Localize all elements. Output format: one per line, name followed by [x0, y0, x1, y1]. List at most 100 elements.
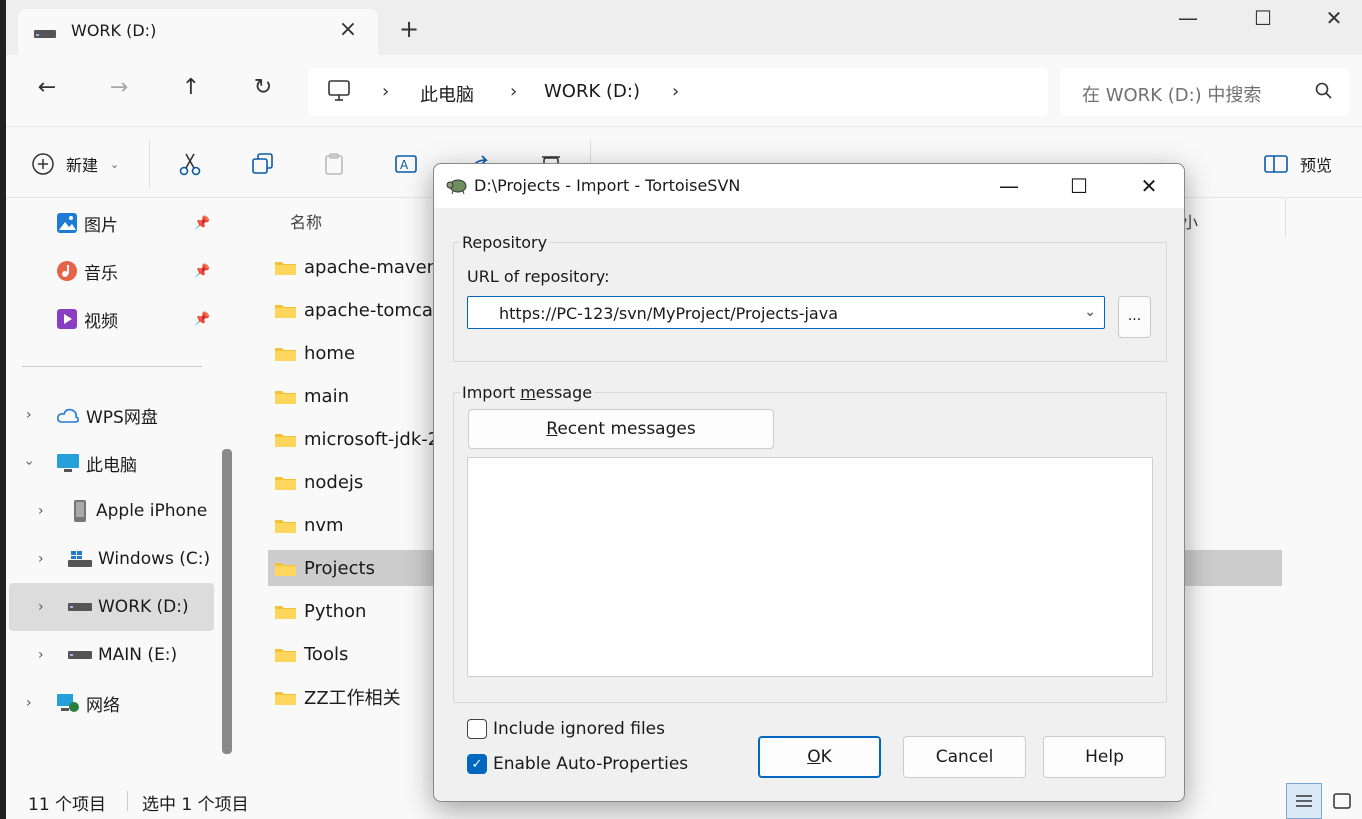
search-box[interactable]: 在 WORK (D:) 中搜索: [1060, 68, 1350, 116]
address-bar[interactable]: › 此电脑 › WORK (D:) ›: [308, 68, 1048, 116]
back-icon[interactable]: ←: [32, 77, 62, 99]
sidebar-item-apple-iphone[interactable]: › Apple iPhone: [38, 489, 207, 533]
search-placeholder: 在 WORK (D:) 中搜索: [1082, 85, 1262, 106]
details-view-button[interactable]: [1286, 783, 1322, 819]
chevron-right-icon[interactable]: ›: [38, 599, 44, 615]
forward-icon[interactable]: →: [104, 77, 134, 99]
close-tab-icon[interactable]: ×: [336, 17, 360, 42]
sidebar-item-label: WPS网盘: [86, 407, 158, 428]
pin-icon[interactable]: 📌: [194, 216, 210, 231]
cloud-icon: [57, 408, 80, 423]
refresh-icon[interactable]: ↻: [248, 77, 278, 99]
tab-work-d[interactable]: WORK (D:) ×: [18, 9, 378, 55]
preview-label: 预览: [1300, 156, 1333, 175]
sidebar-item-label: 图片: [84, 215, 118, 236]
file-name: home: [304, 342, 356, 364]
folder-icon: [275, 477, 296, 490]
minimize-icon[interactable]: —: [1168, 6, 1208, 30]
enable-autoprops-checkbox[interactable]: ✓ Enable Auto-Properties: [467, 754, 688, 774]
chevron-down-icon[interactable]: ›: [21, 460, 37, 466]
sidebar-item-music[interactable]: 音乐 📌: [56, 249, 210, 293]
sidebar-item-label: MAIN (E:): [98, 645, 178, 665]
up-icon[interactable]: ↑: [176, 77, 206, 99]
sidebar-scrollbar[interactable]: [222, 449, 232, 754]
include-ignored-checkbox[interactable]: Include ignored files: [467, 719, 665, 739]
chevron-right-icon[interactable]: ›: [26, 695, 32, 711]
checkbox-box[interactable]: [467, 719, 487, 739]
import-message-textarea[interactable]: [467, 457, 1153, 677]
dialog-maximize-icon[interactable]: ☐: [1056, 171, 1102, 201]
sidebar-divider: [22, 366, 202, 367]
folder-icon: [275, 563, 296, 576]
sidebar-item-windows-c[interactable]: › Windows (C:): [38, 537, 210, 581]
dialog-close-icon[interactable]: ✕: [1126, 171, 1172, 201]
sidebar-item-work-d[interactable]: › WORK (D:): [38, 585, 189, 629]
url-value: https://PC-123/svn/MyProject/Projects-ja…: [499, 304, 838, 323]
details-view-icon: [1296, 795, 1312, 807]
breadcrumb-this-pc[interactable]: 此电脑: [420, 81, 474, 107]
new-tab-button[interactable]: +: [399, 17, 419, 41]
chevron-right-icon[interactable]: ›: [26, 407, 32, 423]
help-button[interactable]: Help: [1043, 736, 1166, 778]
dialog-title-bar[interactable]: D:\Projects - Import - TortoiseSVN — ☐ ✕: [434, 164, 1184, 208]
sidebar-item-label: Apple iPhone: [96, 501, 208, 521]
cancel-button[interactable]: Cancel: [903, 736, 1026, 778]
chevron-down-icon[interactable]: ⌄: [1084, 304, 1096, 320]
close-window-icon[interactable]: ✕: [1314, 6, 1354, 30]
sidebar-item-label: 音乐: [84, 263, 118, 284]
include-ignored-label: Include ignored files: [493, 719, 665, 739]
chevron-right-icon[interactable]: ›: [38, 647, 44, 663]
music-icon: [57, 261, 77, 281]
sidebar-item-pictures[interactable]: 图片 📌: [56, 201, 210, 245]
network-icon: [57, 694, 79, 712]
import-message-group-label: Import message: [460, 383, 595, 402]
pictures-icon: [57, 213, 77, 233]
browse-repository-button[interactable]: ...: [1118, 296, 1151, 338]
dialog-minimize-icon[interactable]: —: [986, 171, 1032, 201]
videos-icon: [57, 309, 77, 329]
sidebar-item-videos[interactable]: 视频 📌: [56, 297, 210, 341]
ok-button[interactable]: OK: [758, 736, 881, 778]
tiles-view-button[interactable]: [1324, 783, 1360, 819]
file-name: Projects: [304, 557, 375, 579]
tab-strip: WORK (D:) × + — ☐ ✕: [6, 0, 1362, 55]
maximize-icon[interactable]: ☐: [1243, 6, 1283, 30]
paste-icon[interactable]: [323, 152, 347, 176]
chevron-right-icon[interactable]: ›: [672, 81, 679, 102]
sidebar-item-network[interactable]: › 网络: [26, 681, 120, 725]
recent-messages-button[interactable]: Recent messages: [468, 409, 774, 449]
sidebar-item-label: 网络: [86, 695, 120, 716]
url-combobox[interactable]: https://PC-123/svn/MyProject/Projects-ja…: [467, 296, 1105, 329]
chevron-right-icon[interactable]: ›: [38, 503, 44, 519]
pin-icon[interactable]: 📌: [194, 264, 210, 279]
navigation-bar: ← → ↑ ↻ › 此电脑 › WORK (D:) › 在 WORK (D:) …: [6, 55, 1362, 127]
checkmark-icon[interactable]: ✓: [467, 754, 487, 774]
enable-autoprops-label: Enable Auto-Properties: [493, 754, 689, 774]
item-count: 11 个项目: [28, 795, 107, 815]
sidebar-item-this-pc[interactable]: › 此电脑: [21, 441, 137, 485]
folder-icon: [275, 649, 296, 662]
tab-title: WORK (D:): [71, 21, 157, 40]
copy-icon[interactable]: [251, 152, 275, 176]
rename-icon[interactable]: A: [394, 152, 420, 176]
this-pc-icon: [328, 80, 350, 101]
preview-pane-button[interactable]: 预览: [1264, 152, 1332, 176]
repository-group-label: Repository: [460, 233, 550, 252]
file-name: nodejs: [304, 471, 364, 493]
breadcrumb-work-d[interactable]: WORK (D:): [544, 81, 640, 102]
cut-icon[interactable]: [178, 152, 202, 176]
preview-pane-icon: [1264, 155, 1288, 173]
file-name: Tools: [304, 643, 349, 665]
folder-icon: [275, 305, 296, 318]
folder-icon: [275, 692, 296, 705]
pin-icon[interactable]: 📌: [194, 312, 210, 327]
column-header-name[interactable]: 名称: [290, 209, 322, 233]
file-name: apache-maven-: [304, 256, 445, 278]
sidebar-item-wps-cloud[interactable]: › WPS网盘: [26, 393, 158, 437]
new-button[interactable]: 新建 ⌄: [32, 152, 119, 176]
tortoisesvn-icon: [446, 179, 467, 195]
column-divider[interactable]: [1285, 199, 1286, 237]
chevron-right-icon[interactable]: ›: [38, 551, 44, 567]
folder-icon: [275, 348, 296, 361]
sidebar-item-main-e[interactable]: › MAIN (E:): [38, 633, 177, 677]
